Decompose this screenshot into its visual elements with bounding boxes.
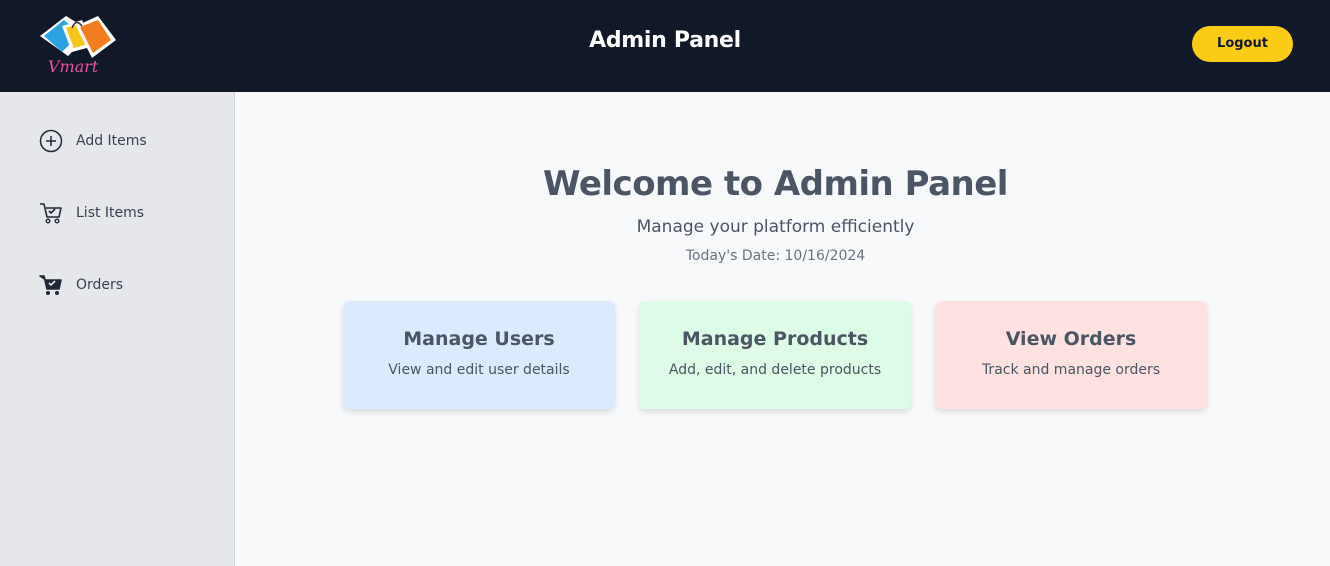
todays-date: Today's Date: 10/16/2024 [685,248,866,264]
card-title: Manage Products [681,328,869,350]
main-content: Welcome to Admin Panel Manage your platf… [236,92,1330,566]
manage-users-card[interactable]: Manage Users View and edit user details [343,301,615,409]
card-title: View Orders [1005,328,1137,350]
sidebar-item-label: Orders [76,277,124,293]
welcome-heading: Welcome to Admin Panel [543,164,1008,204]
cart-check-icon [40,203,62,224]
manage-products-card[interactable]: Manage Products Add, edit, and delete pr… [639,301,911,409]
sidebar-item-label: Add Items [76,133,147,149]
svg-text:Vmart: Vmart [48,57,99,76]
top-bar: Vmart Admin Panel Logout [0,0,1330,92]
card-title: Manage Users [403,328,555,350]
page-title: Admin Panel [589,28,741,53]
sidebar-item-label: List Items [76,205,145,221]
cart-filled-icon [39,275,62,295]
logout-button[interactable]: Logout [1192,26,1293,62]
sidebar-item-list-items[interactable]: List Items [38,199,218,227]
welcome-subtitle: Manage your platform efficiently [636,217,915,237]
view-orders-card[interactable]: View Orders Track and manage orders [935,301,1207,409]
card-description: Add, edit, and delete products [668,362,882,378]
sidebar-item-orders[interactable]: Orders [38,271,218,299]
card-description: View and edit user details [388,362,570,378]
plus-circle-icon [39,129,63,153]
sidebar: Add Items List Items Orders [0,92,235,566]
sidebar-item-add-items[interactable]: Add Items [38,127,218,155]
card-description: Track and manage orders [981,362,1161,378]
